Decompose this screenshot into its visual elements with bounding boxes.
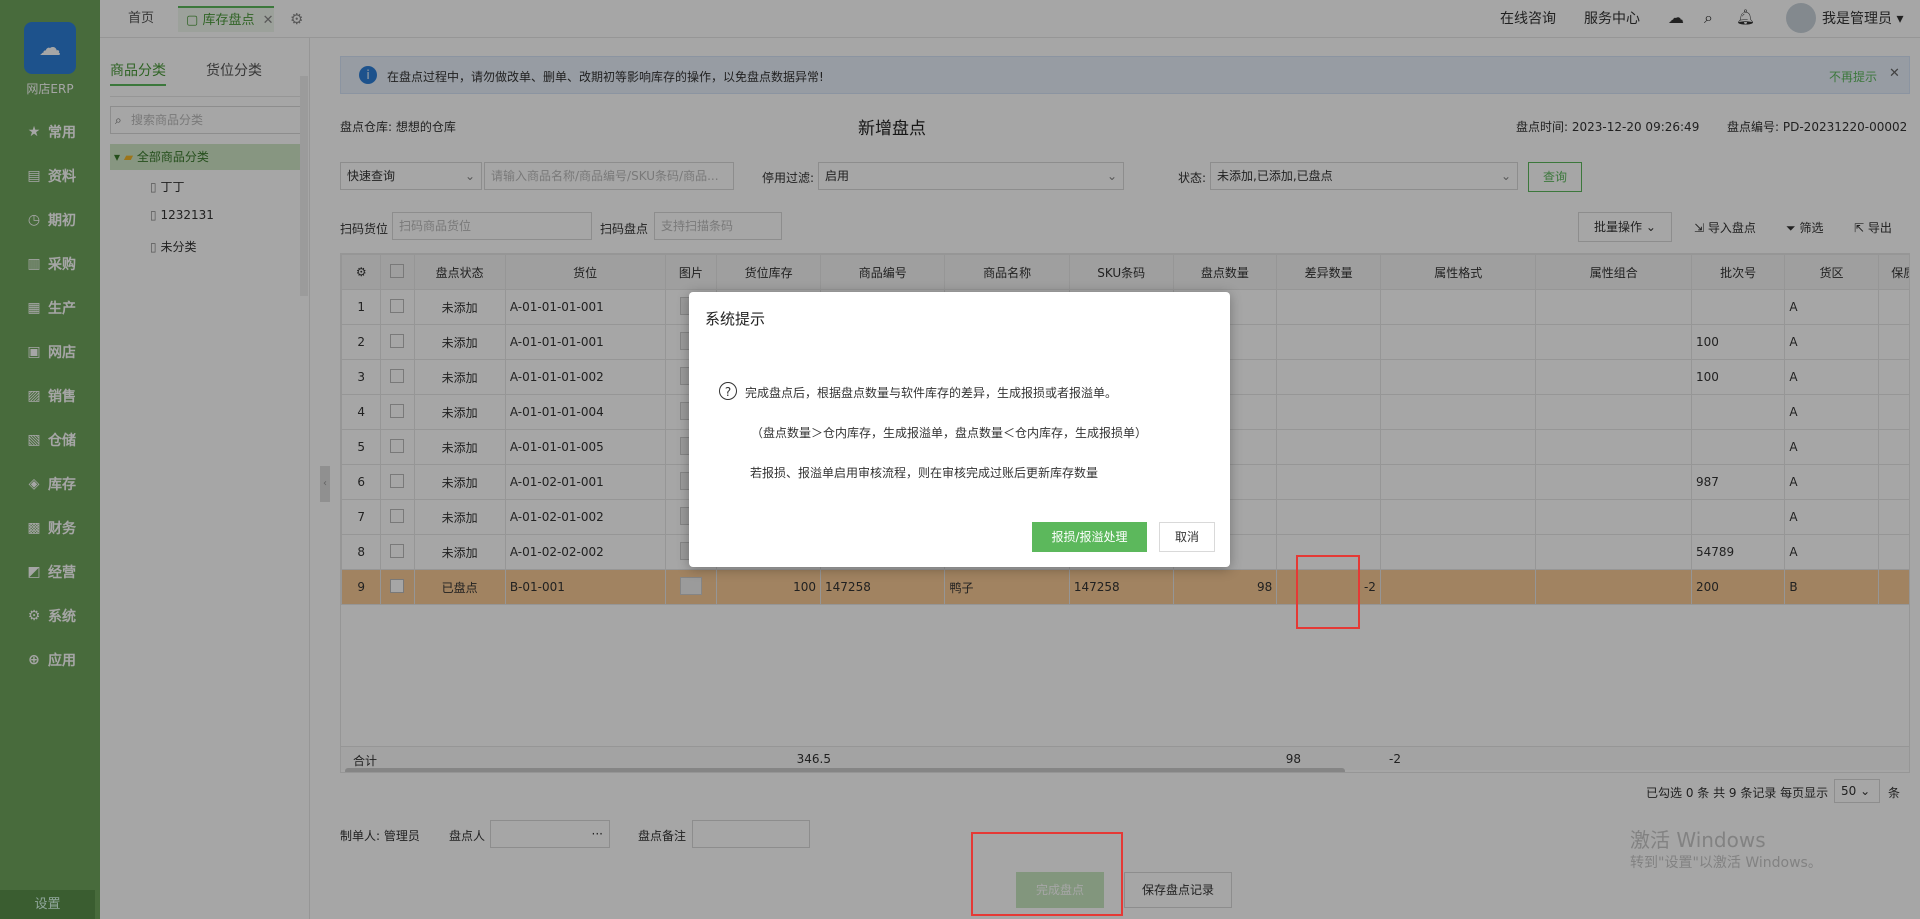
annotation-highlight-diff bbox=[1296, 555, 1360, 629]
annotation-highlight-complete bbox=[971, 832, 1123, 916]
loss-overflow-process-button[interactable]: 报损/报溢处理 bbox=[1032, 522, 1147, 552]
system-prompt-dialog: 系统提示 ? 完成盘点后，根据盘点数量与软件库存的差异，生成报损或者报溢单。 （… bbox=[689, 292, 1230, 567]
dialog-line-1: 完成盘点后，根据盘点数量与软件库存的差异，生成报损或者报溢单。 bbox=[745, 386, 1118, 400]
dialog-line-2: （盘点数量＞仓内库存，生成报溢单，盘点数量＜仓内库存，生成报损单） bbox=[751, 426, 1148, 440]
dialog-title: 系统提示 bbox=[705, 310, 766, 328]
question-icon: ? bbox=[719, 382, 737, 400]
dialog-line-3: 若报损、报溢单启用审核流程，则在审核完成过账后更新库存数量 bbox=[750, 466, 1099, 480]
cancel-button[interactable]: 取消 bbox=[1159, 522, 1215, 552]
